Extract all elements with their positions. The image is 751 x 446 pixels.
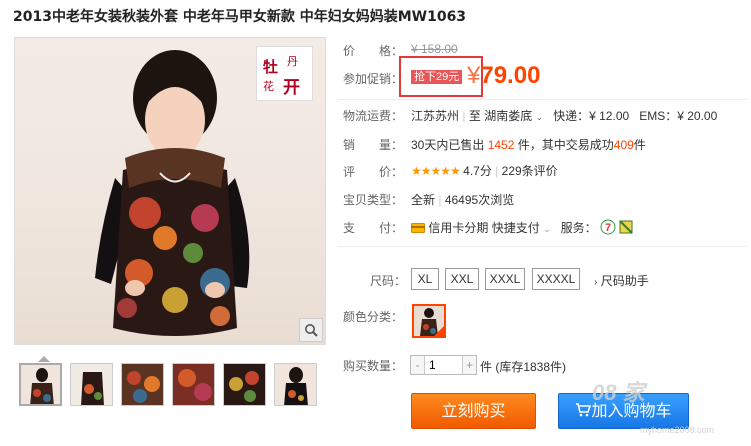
size-option-xxxxl[interactable]: XXXXL: [532, 268, 580, 290]
current-price-value: 79.00: [480, 62, 541, 89]
thumbnail-2[interactable]: [70, 363, 113, 406]
sales-info: 30天内已售出 1452 件，其中交易成功409件: [411, 136, 646, 153]
stock-info: 件 (库存1838件): [480, 360, 567, 374]
size-helper-text: 尺码助手: [600, 274, 649, 288]
quantity-label: 购买数量：: [343, 359, 404, 373]
stamp-char: 开: [283, 78, 300, 98]
sales-mid: 件，其中交易成功: [517, 138, 614, 152]
product-title: 2013中老年女装秋装外套 中老年马甲女新款 中年妇女妈妈装MW1063: [13, 9, 467, 25]
color-label: 颜色分类：: [343, 310, 404, 324]
divider: [338, 246, 748, 247]
quantity-input[interactable]: [426, 356, 462, 374]
selected-check-icon: [433, 325, 444, 336]
main-product-image[interactable]: 牡 丹 花 开: [14, 37, 326, 345]
rating-label: 评 价：: [343, 165, 404, 179]
separator: |: [462, 109, 466, 123]
item-condition: 全新: [411, 193, 436, 207]
quantity-decrease-button[interactable]: -: [411, 356, 425, 374]
active-thumb-indicator: [38, 356, 50, 362]
express-price: ¥ 12.00: [589, 109, 630, 123]
credit-card-icon: [411, 222, 425, 236]
sales-suffix: 件: [633, 138, 646, 152]
payment-info: 信用卡分期 快捷支付 ⌄ 服务： 7: [411, 219, 634, 238]
stamp-char: 牡: [263, 58, 279, 76]
separator: |: [438, 193, 442, 207]
view-count: 46495次浏览: [444, 193, 515, 207]
shipping-info: 江苏苏州 | 至 湖南娄底 ⌄ 快递：¥ 12.00 EMS：¥ 20.00: [411, 107, 717, 124]
buy-now-button[interactable]: 立刻购买: [411, 393, 536, 429]
chevron-down-icon: ⌄: [535, 112, 544, 122]
sales-prefix: 30天内已售出: [411, 138, 485, 152]
separator: |: [495, 164, 499, 178]
zoom-icon[interactable]: [299, 318, 323, 342]
sales-success[interactable]: 409: [614, 138, 634, 152]
current-price: ¥79.00: [467, 62, 540, 90]
sales-count[interactable]: 1452: [488, 138, 515, 152]
chevron-right-icon: ›: [594, 277, 598, 288]
sales-label: 销 量：: [343, 138, 404, 152]
cart-icon: [575, 395, 592, 429]
size-option-xl[interactable]: XL: [411, 268, 439, 290]
thumbnail-4[interactable]: [172, 363, 215, 406]
divider: [338, 99, 748, 100]
svg-text:7: 7: [605, 222, 611, 234]
currency-symbol: ¥: [467, 62, 481, 89]
shipping-label: 物流运费：: [343, 109, 404, 123]
promo-tag[interactable]: 抢下29元: [411, 70, 463, 84]
stamp-char: 花: [263, 80, 274, 93]
ship-to-prefix: 至: [468, 109, 481, 123]
thumbnail-6[interactable]: [274, 363, 317, 406]
color-option-1[interactable]: [412, 304, 446, 338]
thumbnail-3[interactable]: [121, 363, 164, 406]
ship-to: 湖南娄底: [484, 109, 533, 123]
brand-stamp-logo: 牡 丹 花 开: [256, 46, 313, 101]
thumbnail-1[interactable]: [19, 363, 62, 406]
star-rating-icon: ★★★★★: [411, 164, 461, 178]
ship-to-select[interactable]: 湖南娄底 ⌄: [484, 109, 543, 123]
chevron-down-icon[interactable]: ⌄: [543, 224, 551, 234]
seven-day-return-icon[interactable]: 7: [600, 219, 616, 238]
ems-label: EMS：: [639, 109, 678, 123]
express-label: 快递：: [553, 109, 590, 123]
promo-label: 参加促销：: [343, 72, 404, 86]
size-option-xxl[interactable]: XXL: [445, 268, 479, 290]
service-label: 服务：: [560, 221, 597, 235]
thumbnail-5[interactable]: [223, 363, 266, 406]
quick-pay-link[interactable]: 快捷支付: [492, 221, 540, 235]
rating-score: 4.7分: [463, 164, 492, 178]
original-price: ¥ 158.00: [411, 42, 458, 56]
item-type-label: 宝贝类型：: [343, 193, 404, 207]
size-option-xxxl[interactable]: XXXL: [485, 268, 525, 290]
site-watermark-url: myhome2008.com: [640, 425, 715, 435]
quantity-increase-button[interactable]: +: [462, 356, 476, 374]
stamp-char: 丹: [287, 55, 298, 68]
size-label: 尺码：: [370, 274, 407, 288]
rating-info: ★★★★★ 4.7分 | 229条评价: [411, 162, 558, 179]
item-type-info: 全新 | 46495次浏览: [411, 191, 514, 208]
ems-price: ¥ 20.00: [677, 109, 718, 123]
quantity-stepper: - +: [410, 355, 477, 375]
payment-label: 支 付：: [343, 221, 404, 235]
site-watermark: 08 家: [592, 380, 645, 405]
price-label: 价 格：: [343, 44, 404, 58]
guarantee-icon[interactable]: [619, 220, 634, 237]
ship-from: 江苏苏州: [411, 109, 460, 123]
size-helper-link[interactable]: › 尺码助手: [594, 272, 649, 289]
credit-installment-link[interactable]: 信用卡分期: [428, 221, 488, 235]
review-count[interactable]: 229条评价: [502, 164, 558, 178]
